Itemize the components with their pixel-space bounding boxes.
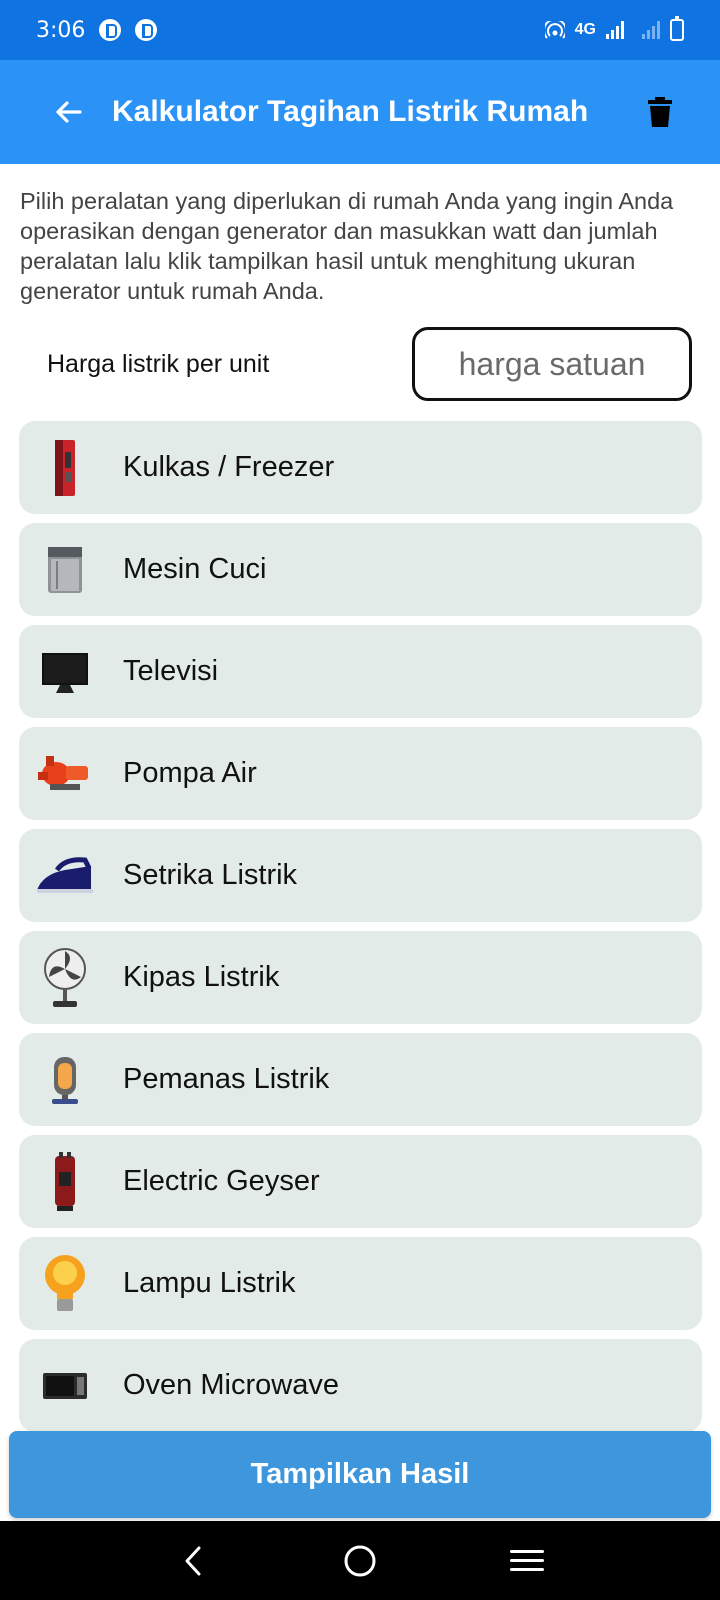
- nav-home-button[interactable]: [330, 1531, 390, 1591]
- price-label: Harga listrik per unit: [47, 350, 270, 378]
- appliance-label: Lampu Listrik: [123, 1267, 296, 1299]
- notification-icon: [135, 19, 158, 41]
- appliance-label: Mesin Cuci: [123, 553, 267, 585]
- unit-price-input[interactable]: [412, 327, 692, 401]
- appliance-item-microwave[interactable]: Oven Microwave: [19, 1339, 702, 1432]
- chevron-left-icon: [185, 1546, 201, 1575]
- appliance-list: Kulkas / Freezer Mesin Cuci Televisi Pom…: [19, 421, 702, 1441]
- appliance-item-washing-machine[interactable]: Mesin Cuci: [19, 523, 702, 616]
- intro-text: Pilih peralatan yang diperlukan di rumah…: [20, 188, 674, 304]
- appliance-label: Electric Geyser: [123, 1165, 320, 1197]
- appliance-label: Oven Microwave: [123, 1369, 339, 1401]
- water-pump-icon: [35, 741, 95, 807]
- nav-menu-button[interactable]: [497, 1531, 557, 1591]
- price-row: Harga listrik per unit: [0, 326, 720, 402]
- status-time: 3:06: [36, 17, 86, 43]
- appliance-item-refrigerator[interactable]: Kulkas / Freezer: [19, 421, 702, 514]
- appliance-item-television[interactable]: Televisi: [19, 625, 702, 718]
- iron-icon: [35, 843, 95, 909]
- app-bar: Kalkulator Tagihan Listrik Rumah: [0, 60, 720, 164]
- appliance-item-water-pump[interactable]: Pompa Air: [19, 727, 702, 820]
- signal-icon: [606, 21, 624, 39]
- notification-icon: [99, 19, 122, 41]
- appliance-item-geyser[interactable]: Electric Geyser: [19, 1135, 702, 1228]
- system-nav-bar: [0, 1521, 720, 1600]
- light-bulb-icon: [35, 1251, 95, 1317]
- trash-icon: [648, 97, 672, 127]
- heater-icon: [35, 1047, 95, 1113]
- page-title: Kalkulator Tagihan Listrik Rumah: [112, 95, 589, 128]
- menu-icon: [509, 1549, 544, 1571]
- home-circle-icon: [344, 1545, 376, 1576]
- network-type: 4G: [574, 21, 596, 38]
- show-result-button[interactable]: Tampilkan Hasil: [9, 1431, 711, 1518]
- back-button[interactable]: [38, 82, 98, 142]
- nav-back-button[interactable]: [163, 1531, 223, 1591]
- appliance-label: Televisi: [123, 655, 219, 687]
- geyser-icon: [35, 1149, 95, 1215]
- signal-icon: [642, 21, 660, 39]
- clear-button[interactable]: [638, 87, 682, 137]
- battery-icon: [670, 16, 684, 41]
- appliance-item-fan[interactable]: Kipas Listrik: [19, 931, 702, 1024]
- television-icon: [35, 639, 95, 705]
- appliance-label: Kipas Listrik: [123, 961, 280, 993]
- status-bar: 3:06 4G: [0, 0, 720, 60]
- fan-icon: [35, 945, 95, 1011]
- hotspot-icon: [544, 21, 565, 39]
- appliance-label: Kulkas / Freezer: [123, 451, 335, 483]
- microwave-icon: [35, 1353, 95, 1419]
- arrow-left-icon: [56, 101, 82, 123]
- status-indicators: 4G: [544, 16, 684, 41]
- appliance-label: Pompa Air: [123, 757, 257, 789]
- appliance-item-light-bulb[interactable]: Lampu Listrik: [19, 1237, 702, 1330]
- appliance-item-iron[interactable]: Setrika Listrik: [19, 829, 702, 922]
- appliance-label: Setrika Listrik: [123, 859, 298, 891]
- appliance-label: Pemanas Listrik: [123, 1063, 330, 1095]
- refrigerator-icon: [35, 435, 95, 501]
- washing-machine-icon: [35, 537, 95, 603]
- appliance-item-heater[interactable]: Pemanas Listrik: [19, 1033, 702, 1126]
